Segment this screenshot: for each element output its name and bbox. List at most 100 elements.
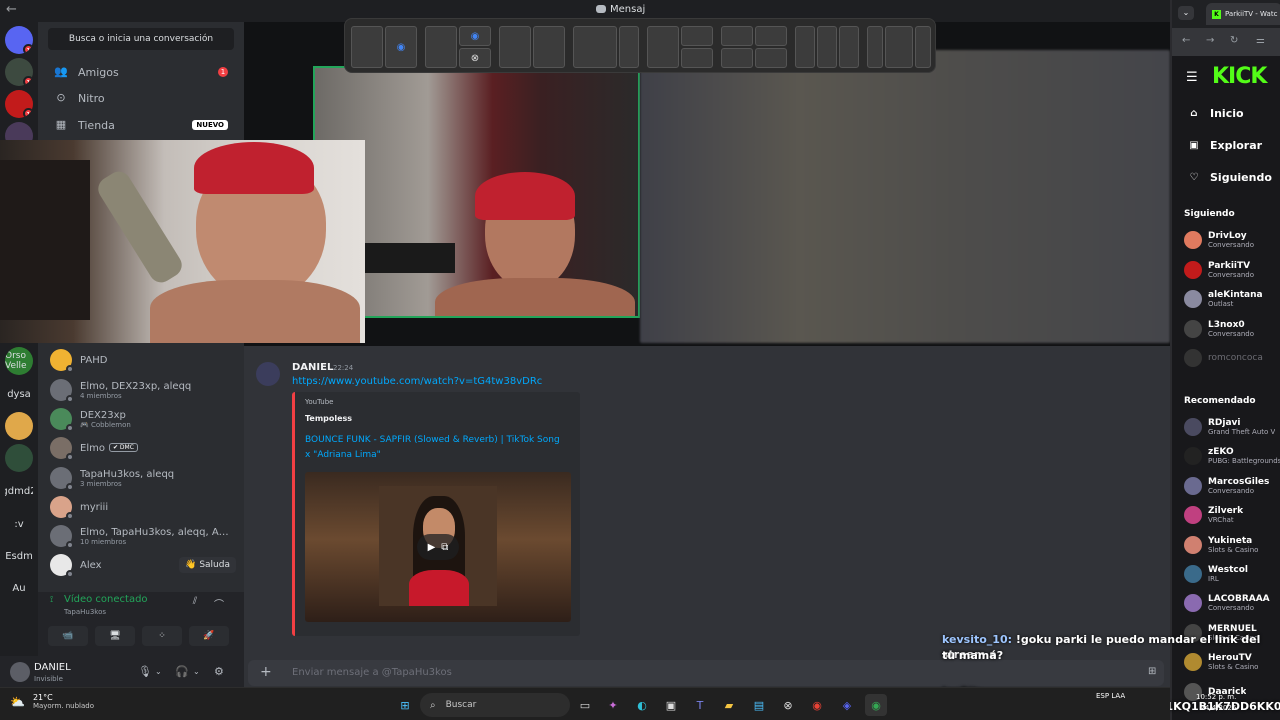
microphone-icon[interactable]: 🎙 [138,665,152,678]
steam-icon[interactable]: ⊗ [459,48,491,68]
server-icon[interactable]: :v [5,510,33,538]
noise-suppression-icon[interactable]: ⫽ [188,596,202,610]
chevron-down-icon[interactable]: ⌄ [193,667,200,676]
snap-zone[interactable] [817,26,837,68]
snap-zone[interactable] [839,26,859,68]
snap-zone[interactable] [681,48,713,68]
avatar[interactable] [10,662,30,682]
snap-zone[interactable] [499,26,531,68]
nav-item-tienda[interactable]: ▦ Tienda NUEVO [46,113,236,137]
windows-start-icon[interactable]: ⊞ [394,694,416,716]
message-author[interactable]: DANIEL [292,362,333,373]
nav-item-nitro[interactable]: ⊙ Nitro [46,86,236,110]
tab-search-chevron-icon[interactable]: ⌄ [1178,6,1194,20]
taskbar-clock[interactable]: 10:52 p. m. 24/4/2026 [1196,692,1236,714]
server-icon[interactable]: Esdm [5,542,33,570]
settings-gear-icon[interactable]: ⚙ [214,665,224,678]
server-icon[interactable]: 1 [5,58,33,86]
kick-nav-explorar[interactable]: ▣ Explorar [1186,139,1262,152]
snap-zone[interactable] [573,26,617,68]
video-thumbnail[interactable]: ▶ ⧉ [305,472,571,622]
steam-taskbar-icon[interactable]: ⊗ [777,694,799,716]
browser-tab[interactable]: K ParkiiTV - Watc [1206,3,1280,25]
dm-list-item[interactable]: PAHD [50,345,236,375]
soundboard-button[interactable]: 🚀 [189,626,229,646]
snap-zone[interactable] [755,26,787,46]
copilot-icon[interactable]: ✦ [602,694,624,716]
store-icon[interactable]: ▣ [660,694,682,716]
snap-zone[interactable] [647,26,679,68]
teams-icon[interactable]: T [689,694,711,716]
recommended-channel[interactable]: MarcosGiles Conversando [1184,473,1280,499]
recommended-channel[interactable]: RDjavi Grand Theft Auto V [1184,414,1280,440]
snap-zone[interactable] [721,26,753,46]
chrome-active-icon[interactable]: ◉ [865,694,887,716]
nav-item-amigos[interactable]: 👥 Amigos 1 [46,60,236,84]
recommended-channel[interactable]: zEKO PUBG: Battlegrounds [1184,443,1280,469]
snap-zone[interactable] [619,26,639,68]
add-attachment-icon[interactable]: + [260,664,272,680]
snap-layout-8[interactable] [867,26,933,68]
snap-layout-4[interactable] [573,26,639,68]
snap-zone[interactable] [681,26,713,46]
kick-nav-siguiendo[interactable]: ♡ Siguiendo [1186,171,1272,184]
server-icon[interactable]: dgdmd2d [5,477,33,505]
snap-zone[interactable] [795,26,815,68]
server-icon[interactable]: 1 [5,90,33,118]
followed-channel[interactable]: romconcoca [1184,345,1280,371]
followed-channel[interactable]: DrivLoy Conversando [1184,227,1280,253]
snap-zone[interactable] [755,48,787,68]
chrome-taskbar-icon[interactable]: ◉ [806,694,828,716]
task-view-icon[interactable]: ▭ [574,694,596,716]
chevron-down-icon[interactable]: ⌄ [155,667,162,676]
server-icon[interactable]: Au [5,574,33,602]
chrome-icon[interactable]: ◉ [459,26,491,46]
dm-list-item[interactable]: DEX23xp 🎮 Cobblemon [50,404,236,434]
snap-layout-7[interactable] [795,26,861,68]
headphones-icon[interactable]: 🎧 [175,665,189,678]
dm-list-item[interactable]: Elmo, DEX23xp, aleqq 4 miembros [50,375,236,405]
snap-zone[interactable] [867,26,883,68]
dm-list-item[interactable]: Elmo ✔ DMC [50,433,236,463]
snap-zone[interactable] [885,26,913,68]
edge-icon[interactable]: ◐ [631,694,653,716]
snap-layout-2[interactable]: ◉ ⊗ [425,26,491,68]
disconnect-icon[interactable]: ⌒ [212,596,226,611]
play-button[interactable]: ▶ ⧉ [417,534,459,560]
snap-zone[interactable] [351,26,383,68]
snap-layout-5[interactable] [647,26,713,68]
recommended-channel[interactable]: Zilverk VRChat [1184,502,1280,528]
username[interactable]: DANIEL [34,662,71,673]
snap-zone[interactable] [425,26,457,68]
avatar[interactable] [256,362,280,386]
snap-layout-3[interactable] [499,26,565,68]
kick-nav-inicio[interactable]: ⌂ Inicio [1186,107,1243,120]
embed-title-link[interactable]: BOUNCE FUNK - SAPFIR (Slowed & Reverb) |… [305,433,565,463]
back-icon[interactable]: ← [1182,35,1190,46]
snap-zone[interactable] [721,48,753,68]
conversation-search[interactable]: Busca o inicia una conversación [48,28,234,50]
camera-button[interactable]: 📹 [48,626,88,646]
message-link[interactable]: https://www.youtube.com/watch?v=tG4tw38v… [292,376,542,387]
system-tray[interactable]: ESP LAA [1096,692,1125,700]
recommended-channel[interactable]: Yukineta Slots & Casino [1184,532,1280,558]
recommended-channel[interactable]: LACOBRAAA Conversando [1184,590,1280,616]
snap-zone[interactable] [533,26,565,68]
file-explorer-icon[interactable]: ▰ [718,694,740,716]
hamburger-menu-icon[interactable]: ☰ [1186,70,1198,85]
followed-channel[interactable]: ParkiiTV Conversando [1184,257,1280,283]
wave-button[interactable]: 👋 Saluda [179,557,236,573]
notepad-icon[interactable]: ▤ [748,694,770,716]
server-icon[interactable]: Orso Velle [5,347,33,375]
discord-taskbar-icon[interactable]: ◈ [836,694,858,716]
recommended-channel[interactable]: Westcol IRL [1184,561,1280,587]
server-icon[interactable]: 1 [5,26,33,54]
server-icon[interactable] [5,444,33,472]
dm-list-item[interactable]: Elmo, TapaHu3kos, aleqq, Alex, ...10 mie… [50,521,236,551]
dm-list-item[interactable]: myriii [50,492,236,522]
embed-channel[interactable]: Tempoless [305,414,352,423]
server-icon[interactable]: dysa [5,380,33,408]
back-arrow-icon[interactable]: ← [6,2,17,17]
taskbar-search[interactable]: ⌕ Buscar [420,693,570,717]
followed-channel[interactable]: aleKintana Outlast [1184,286,1280,312]
